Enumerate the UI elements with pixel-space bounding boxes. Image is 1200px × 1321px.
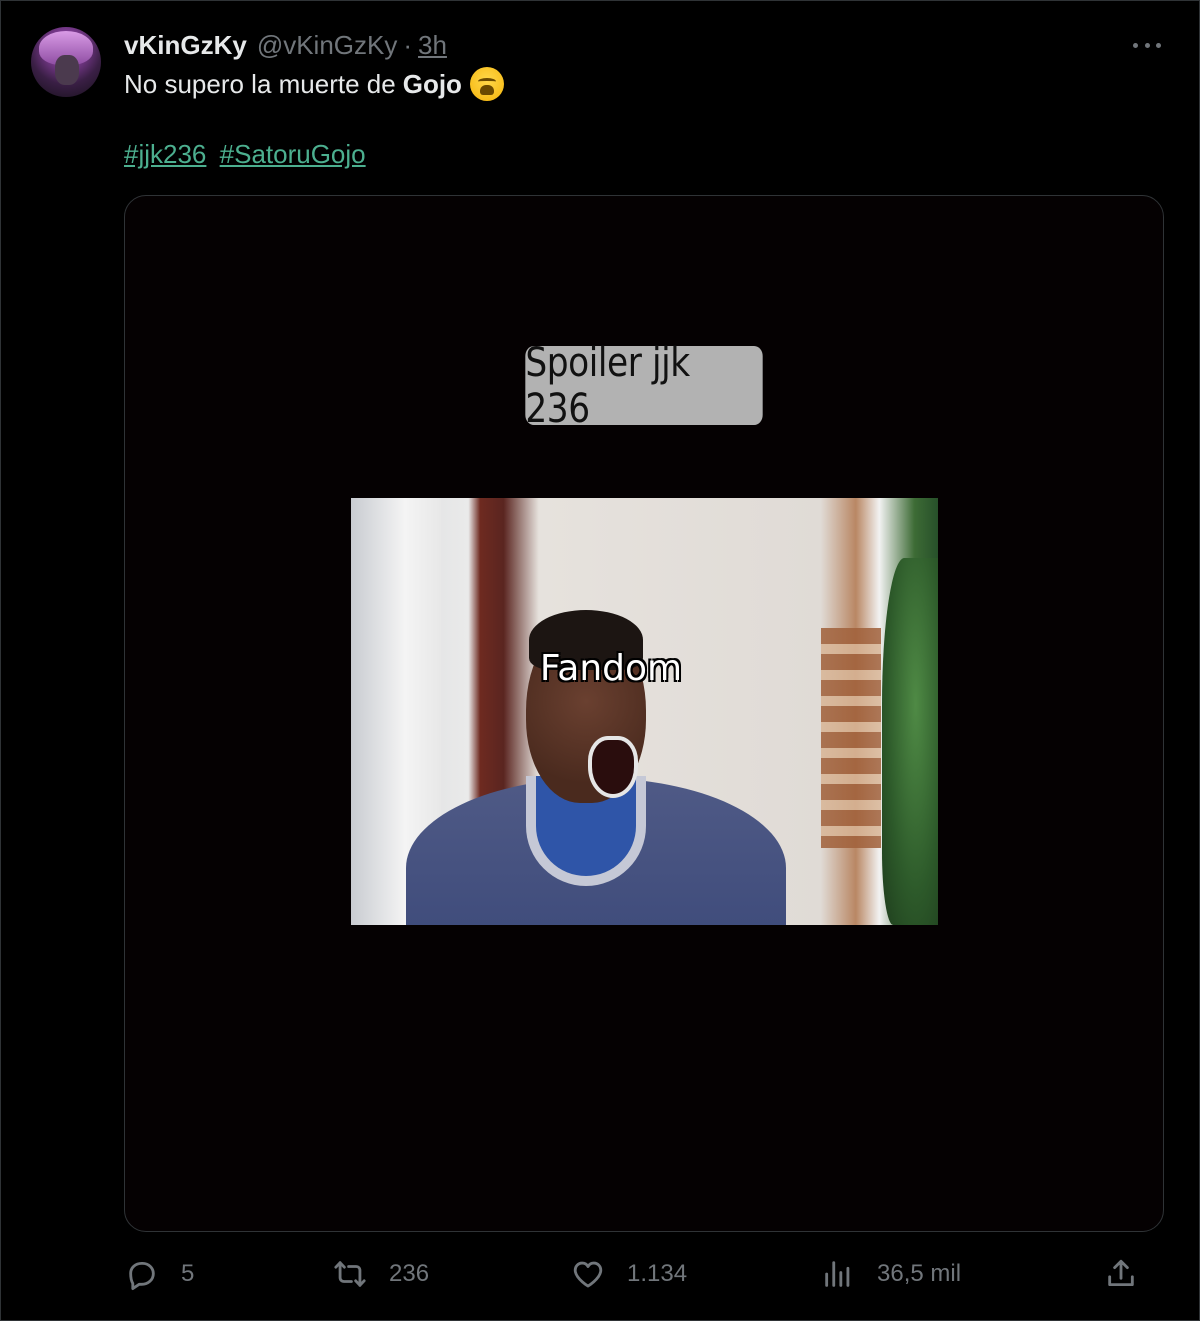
tweet-text: No supero la muerte de Gojo — [124, 67, 504, 101]
tweet-header: vKinGzKy @vKinGzKy · 3h — [124, 29, 447, 61]
avatar[interactable] — [31, 27, 101, 97]
handle[interactable]: @vKinGzKy — [257, 30, 398, 61]
timestamp[interactable]: 3h — [418, 30, 447, 61]
more-dot — [1133, 42, 1138, 48]
reply-count: 5 — [181, 1260, 195, 1287]
video-overlay-label: Fandom — [539, 648, 683, 689]
like-icon — [573, 1261, 603, 1288]
like-count: 1.134 — [627, 1260, 688, 1287]
action-bar: 5 236 1.134 36,5 mil — [1, 1246, 1200, 1302]
views-button[interactable]: 36,5 mil — [821, 1246, 961, 1302]
video-caption: Spoiler jjk 236 — [525, 340, 763, 432]
reply-icon — [129, 1261, 155, 1291]
tweet[interactable]: vKinGzKy @vKinGzKy · 3h No supero la mue… — [0, 0, 1200, 1321]
share-button[interactable] — [1104, 1246, 1138, 1302]
retweet-count: 236 — [389, 1260, 430, 1287]
more-dot — [1144, 42, 1150, 48]
tweet-text-bold: Gojo — [402, 68, 462, 99]
media-video[interactable]: Spoiler jjk 236 Fandom — [124, 195, 1164, 1232]
person-mouth — [588, 736, 638, 798]
reply-button[interactable]: 5 — [125, 1246, 194, 1302]
avatar-face — [55, 55, 79, 85]
hashtags: #jjk236 #SatoruGojo — [124, 139, 366, 170]
plant-background — [882, 558, 938, 925]
retweet-button[interactable]: 236 — [333, 1246, 429, 1302]
more-dot — [1156, 42, 1161, 48]
hashtag-jjk236[interactable]: #jjk236 — [124, 139, 206, 169]
views-icon — [825, 1261, 850, 1287]
like-button[interactable]: 1.134 — [571, 1246, 687, 1302]
retweet-icon — [334, 1261, 366, 1287]
weary-face-emoji-icon — [469, 67, 504, 101]
display-name[interactable]: vKinGzKy — [124, 30, 247, 61]
more-icon[interactable] — [1129, 31, 1165, 59]
views-count: 36,5 mil — [877, 1260, 962, 1287]
video-frame: Fandom — [351, 498, 938, 925]
share-icon — [1108, 1259, 1134, 1287]
tweet-text-prefix: No supero la muerte de — [124, 68, 396, 99]
hashtag-satorugojo[interactable]: #SatoruGojo — [220, 139, 366, 169]
separator-dot: · — [403, 29, 413, 60]
